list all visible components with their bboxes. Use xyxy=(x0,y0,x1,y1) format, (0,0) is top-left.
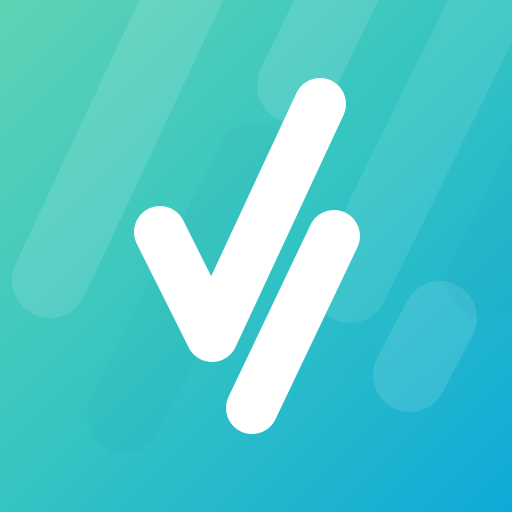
checkmark-icon xyxy=(0,0,512,512)
stripe xyxy=(373,281,477,412)
app-icon xyxy=(0,0,512,512)
